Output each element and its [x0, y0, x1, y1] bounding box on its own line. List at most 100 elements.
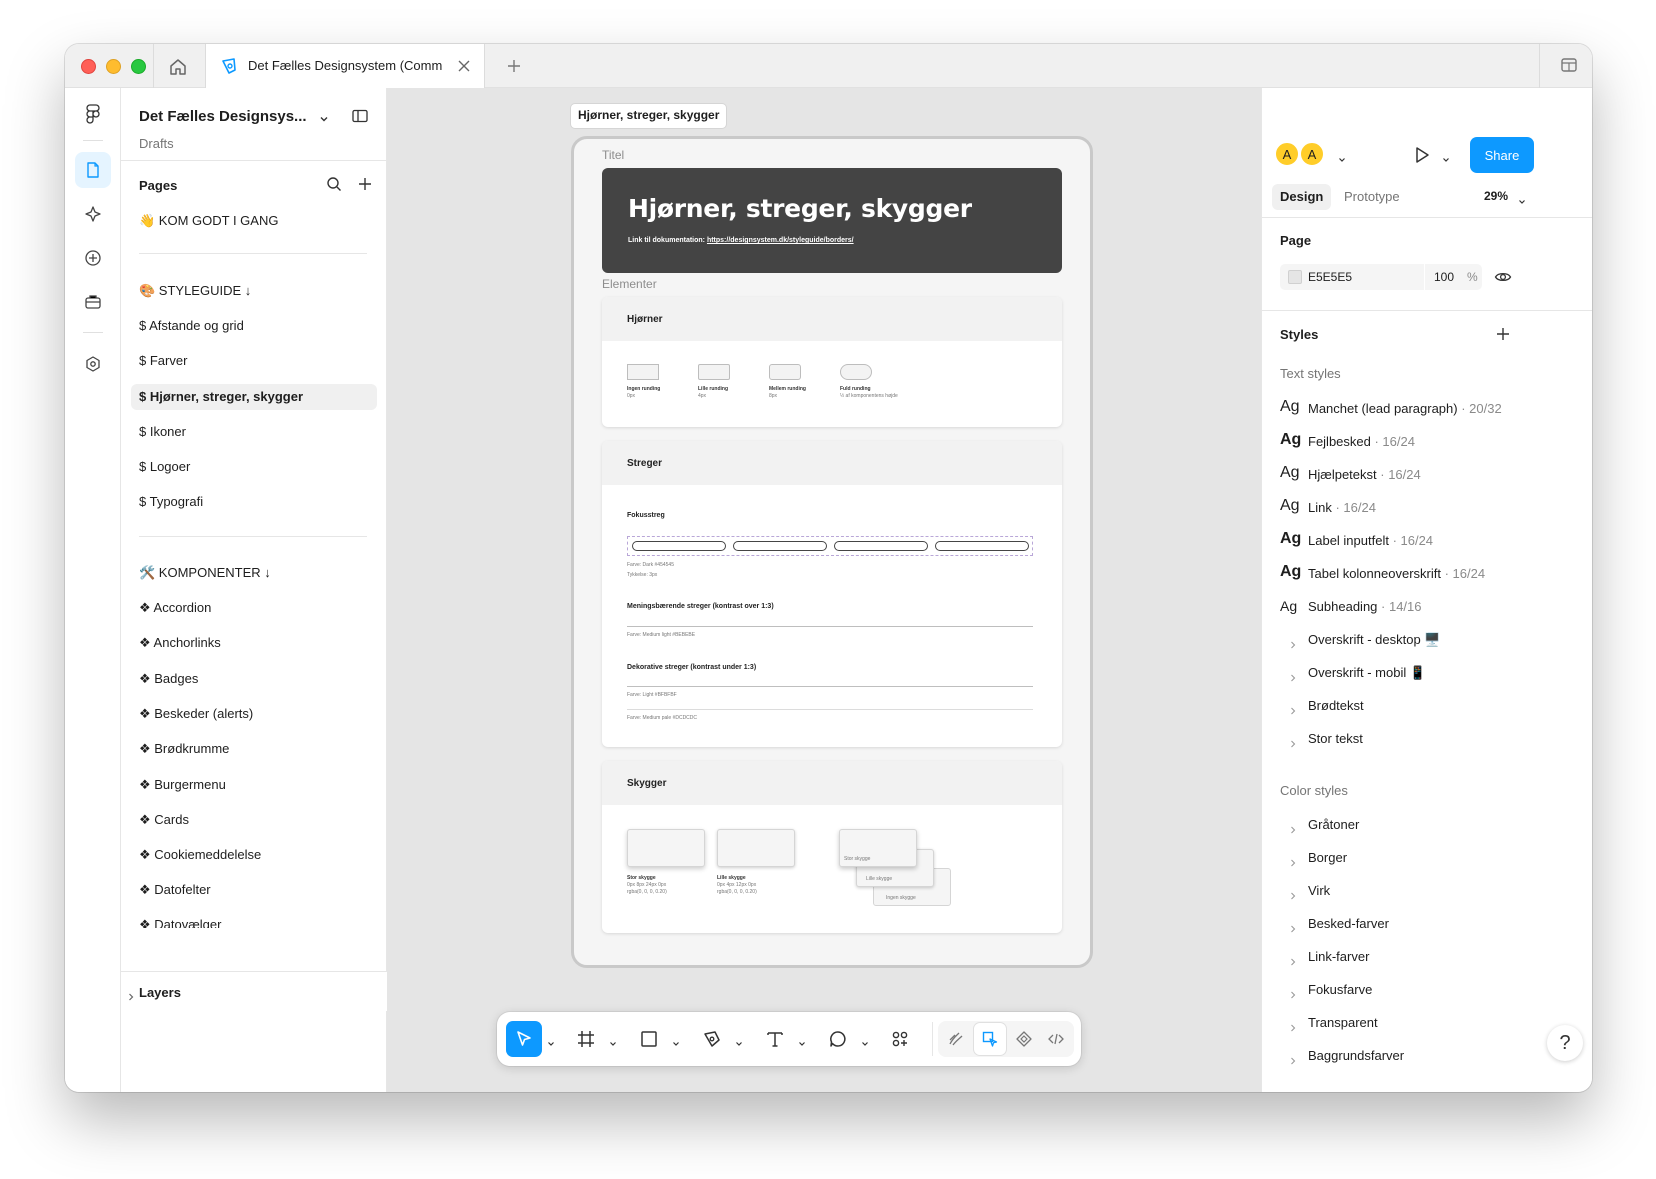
minimize-window-button[interactable]: [106, 59, 121, 74]
chevron-down-icon[interactable]: [1442, 151, 1450, 162]
comment-tool-icon[interactable]: [820, 1021, 856, 1057]
file-name[interactable]: Det Fælles Designsys...: [139, 108, 307, 125]
corner-caption: Fuld runding ½ af komponentens højde: [840, 386, 898, 400]
page-item-datofelter[interactable]: ❖ Datofelter: [131, 877, 377, 903]
maximize-window-button[interactable]: [131, 59, 146, 74]
search-icon[interactable]: [326, 176, 342, 192]
rectangle-tool-icon[interactable]: [631, 1021, 667, 1057]
field-divider: [1424, 264, 1425, 290]
page-item-farver[interactable]: $ Farver: [131, 348, 377, 374]
page-item-ikoner[interactable]: $ Ikoner: [131, 419, 377, 445]
focus-color-note: Farve: Dark #454545: [627, 562, 674, 568]
sidebar-toggle-icon[interactable]: [351, 107, 369, 125]
chevron-down-icon[interactable]: [1518, 193, 1526, 204]
zoom-level[interactable]: 29%: [1484, 189, 1508, 203]
frame-name-label[interactable]: Hjørner, streger, skygger: [571, 104, 727, 128]
design-mode-icon[interactable]: [974, 1023, 1006, 1055]
corner-caption: Ingen runding 0px: [627, 386, 660, 400]
page-item-hjorner-streger-skygger[interactable]: $ Hjørner, streger, skygger: [131, 384, 377, 410]
pen-tool-icon[interactable]: [694, 1021, 730, 1057]
corner-caption: Lille runding 4px: [698, 386, 728, 400]
strokes-card[interactable]: Streger Fokusstreg Farve: Dark #454545 T…: [602, 441, 1062, 747]
panel-layout-icon[interactable]: [1560, 56, 1578, 74]
chevron-down-icon[interactable]: [1338, 151, 1346, 162]
page-color-hex[interactable]: E5E5E5: [1308, 270, 1352, 284]
chevron-down-icon[interactable]: [861, 1035, 869, 1046]
avatar[interactable]: A: [1274, 141, 1300, 167]
shadows-card[interactable]: Skygger Stor skygge 0px 8px 24px 0px rgba(…: [602, 761, 1062, 933]
page-item-komponenter[interactable]: 🛠️ KOMPONENTER ↓: [131, 560, 377, 586]
file-pages-icon[interactable]: [75, 152, 111, 188]
move-tool-icon[interactable]: [506, 1021, 542, 1057]
deco-stroke-line: [627, 686, 1033, 687]
page-item-brodkrumme[interactable]: ❖ Brødkrumme: [131, 736, 377, 762]
avatar[interactable]: A: [1299, 141, 1325, 167]
toolbox-icon[interactable]: [75, 284, 111, 320]
page-item-styleguide[interactable]: 🎨 STYLEGUIDE ↓: [131, 278, 377, 304]
close-window-button[interactable]: [81, 59, 96, 74]
page-item-anchorlinks[interactable]: ❖ Anchorlinks: [131, 630, 377, 656]
page-color-swatch[interactable]: [1288, 270, 1302, 284]
page-item-logoer[interactable]: $ Logoer: [131, 454, 377, 480]
chevron-down-icon[interactable]: [798, 1035, 806, 1046]
rail-divider: [83, 332, 103, 333]
page-opacity-value[interactable]: 100: [1434, 270, 1454, 284]
file-location[interactable]: Drafts: [139, 136, 174, 151]
chevron-down-icon[interactable]: [318, 112, 330, 124]
titlebar-divider: [1539, 44, 1540, 88]
close-icon[interactable]: [456, 58, 472, 74]
page-item-badges[interactable]: ❖ Badges: [131, 666, 377, 692]
page-item-cards[interactable]: ❖ Cards: [131, 807, 377, 833]
corners-card[interactable]: Hjørner Ingen runding 0px Lille runding 4p…: [602, 297, 1062, 427]
page-board[interactable]: Titel Hjørner, streger, skygger Link til…: [571, 136, 1093, 968]
assets-icon[interactable]: [75, 196, 111, 232]
design-canvas[interactable]: Hjørner, streger, skygger Titel Hjørner,…: [387, 88, 1261, 1092]
card-title: Hjørner: [627, 314, 663, 325]
plus-icon[interactable]: [505, 57, 523, 75]
page-item-kom-godt-i-gang[interactable]: 👋 KOM GODT I GANG: [131, 208, 377, 234]
stack-label: Ingen skygge: [886, 895, 916, 901]
file-tab[interactable]: Det Fælles Designsystem (Comm: [205, 44, 485, 88]
add-plugin-icon[interactable]: [75, 240, 111, 276]
share-button[interactable]: Share: [1470, 137, 1534, 173]
chevron-down-icon[interactable]: [609, 1035, 617, 1046]
hero-banner[interactable]: Hjørner, streger, skygger Link til dokum…: [602, 168, 1062, 273]
tab-design[interactable]: Design: [1272, 184, 1332, 210]
page-label: $ Ikoner: [139, 424, 186, 439]
page-item-cookiemeddelelse[interactable]: ❖ Cookiemeddelelse: [131, 842, 377, 868]
page-item-beskeder[interactable]: ❖ Beskeder (alerts): [131, 701, 377, 727]
page-label: 👋 KOM GODT I GANG: [139, 213, 279, 228]
page-item-burgermenu[interactable]: ❖ Burgermenu: [131, 772, 377, 798]
eye-icon[interactable]: [1494, 268, 1512, 286]
page-item-datovaelger[interactable]: ❖ Datovælger: [131, 912, 377, 928]
color-styles-heading: Color styles: [1280, 783, 1348, 798]
chevron-down-icon[interactable]: [735, 1035, 743, 1046]
layers-section[interactable]: Layers: [121, 971, 387, 1011]
actions-tool-icon[interactable]: [882, 1021, 918, 1057]
dev-mode-icon[interactable]: [1040, 1023, 1072, 1055]
draw-mode-icon[interactable]: [940, 1023, 972, 1055]
chevron-down-icon[interactable]: [547, 1035, 555, 1046]
chevron-down-icon[interactable]: [672, 1035, 680, 1046]
tab-prototype[interactable]: Prototype: [1336, 184, 1408, 210]
add-style-icon[interactable]: [1495, 326, 1511, 342]
home-icon[interactable]: [167, 56, 189, 78]
frame-tool-icon[interactable]: [568, 1021, 604, 1057]
settings-hex-icon[interactable]: [75, 346, 111, 382]
text-tool-icon[interactable]: [757, 1021, 793, 1057]
hero-doc-link[interactable]: Link til dokumentation: https://designsy…: [628, 237, 854, 244]
corner-sample-medium: [769, 364, 801, 380]
stack-label: Stor skygge: [844, 856, 871, 862]
page-item-accordion[interactable]: ❖ Accordion: [131, 595, 377, 621]
page-item-typografi[interactable]: $ Typografi: [131, 489, 377, 515]
focus-pill: [834, 541, 928, 551]
page-color-field[interactable]: E5E5E5 100 %: [1280, 264, 1482, 290]
component-mode-icon[interactable]: [1008, 1023, 1040, 1055]
present-play-icon[interactable]: [1412, 145, 1432, 165]
help-button[interactable]: ?: [1547, 1025, 1583, 1061]
deco-stroke-line-pale: [627, 709, 1033, 710]
add-page-icon[interactable]: [357, 176, 373, 192]
page-item-afstande-og-grid[interactable]: $ Afstande og grid: [131, 313, 377, 339]
meaning-color-note: Farve: Medium light #BEBEBE: [627, 632, 696, 638]
figma-menu-icon[interactable]: [75, 96, 111, 132]
